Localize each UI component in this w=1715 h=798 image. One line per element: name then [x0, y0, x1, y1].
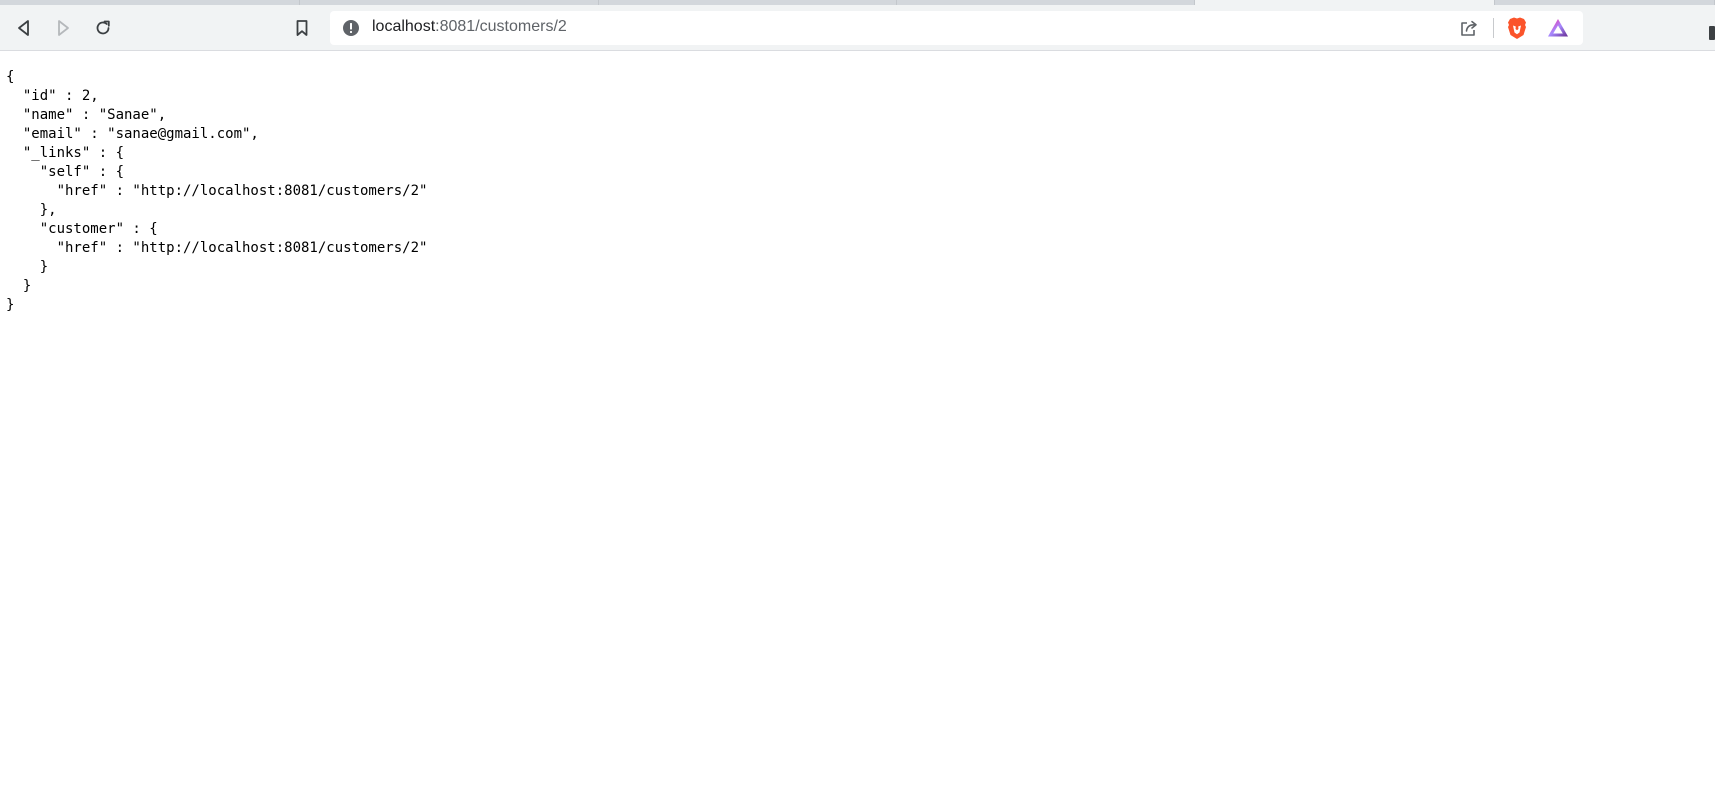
- tab-2[interactable]: [300, 0, 599, 5]
- back-button[interactable]: [8, 12, 40, 44]
- forward-icon: [54, 19, 72, 37]
- forward-button[interactable]: [47, 12, 79, 44]
- address-bar[interactable]: localhost:8081/customers/2: [330, 11, 1583, 45]
- back-icon: [15, 19, 33, 37]
- reload-button[interactable]: [87, 12, 119, 44]
- tab-4[interactable]: [897, 0, 1195, 5]
- menu-edge-icon[interactable]: [1709, 26, 1715, 40]
- bookmark-button[interactable]: [286, 12, 318, 44]
- info-icon[interactable]: [342, 19, 360, 37]
- url-text[interactable]: localhost:8081/customers/2: [372, 18, 567, 36]
- tab-active[interactable]: [1195, 0, 1495, 5]
- omnibox-divider: [1493, 18, 1494, 38]
- url-path: :8081/customers/2: [435, 18, 567, 35]
- tab-3[interactable]: [599, 0, 897, 5]
- rewards-triangle-icon[interactable]: [1547, 17, 1569, 39]
- bookmark-icon: [294, 19, 310, 37]
- url-host: localhost: [372, 18, 436, 35]
- tab-1[interactable]: [0, 0, 300, 5]
- share-icon[interactable]: [1458, 17, 1480, 39]
- brave-lion-icon[interactable]: [1506, 16, 1528, 40]
- json-response: { "id" : 2, "name" : "Sanae", "email" : …: [6, 69, 428, 313]
- page-content: { "id" : 2, "name" : "Sanae", "email" : …: [0, 51, 1715, 798]
- browser-toolbar: localhost:8081/customers/2: [0, 6, 1715, 51]
- tab-6[interactable]: [1495, 0, 1715, 5]
- reload-icon: [94, 19, 112, 37]
